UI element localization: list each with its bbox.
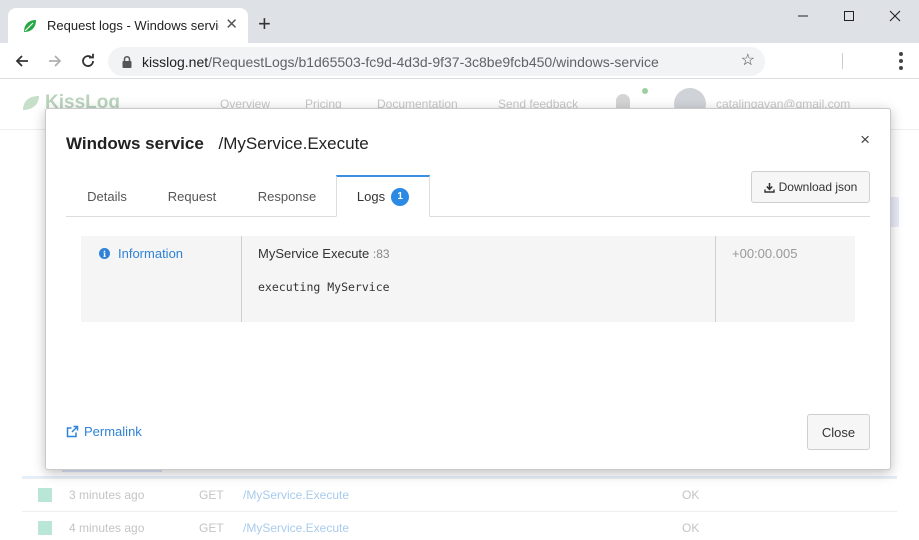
brand-leaf-icon: [23, 96, 39, 110]
log-source: MyService Execute :83: [258, 246, 390, 261]
modal-tabs: Details Request Response Logs 1: [66, 175, 870, 217]
log-entry-row: i Information MyService Execute :83 exec…: [81, 236, 855, 322]
browser-tabstrip: Request logs - Windows service | ✕ +: [0, 0, 919, 43]
minimize-icon[interactable]: [788, 6, 818, 26]
reload-icon[interactable]: [76, 49, 100, 73]
maximize-icon[interactable]: [834, 6, 864, 26]
info-icon: i: [99, 248, 110, 259]
log-level-cell: i Information: [81, 236, 242, 322]
tab-logs-label: Logs: [356, 189, 386, 204]
download-json-label: Download json: [778, 180, 858, 194]
address-url: kisslog.net/RequestLogs/b1d65503-fc9d-4d…: [142, 54, 659, 70]
request-row[interactable]: 4 minutes ago GET /MyService.Execute OK: [22, 511, 897, 540]
tab-response-label: Response: [257, 188, 317, 204]
row-status: OK: [682, 521, 700, 535]
request-log-modal: Windows service /MyService.Execute × Det…: [45, 108, 891, 470]
forward-icon[interactable]: [43, 49, 67, 73]
browser-toolbar: kisslog.net/RequestLogs/b1d65503-fc9d-4d…: [0, 43, 919, 79]
log-message-cell: MyService Execute :83 executing MyServic…: [243, 236, 716, 322]
request-row[interactable]: 3 minutes ago GET /MyService.Execute OK: [22, 478, 897, 509]
back-icon[interactable]: [10, 49, 34, 73]
status-square: [38, 488, 52, 502]
log-source-name: MyService Execute: [258, 246, 370, 261]
log-source-line: :83: [372, 247, 390, 261]
row-method: GET: [199, 521, 224, 535]
modal-app-name: Windows service: [66, 134, 204, 153]
row-time: 4 minutes ago: [69, 521, 145, 535]
row-url[interactable]: /MyService.Execute: [243, 488, 349, 502]
browser-tab-title: Request logs - Windows service |: [47, 18, 219, 33]
browser-menu-icon[interactable]: [899, 52, 903, 70]
address-bar[interactable]: kisslog.net/RequestLogs/b1d65503-fc9d-4d…: [108, 47, 765, 76]
log-message: executing MyService: [258, 280, 390, 294]
tab-close-icon[interactable]: ✕: [225, 17, 238, 33]
log-level-label: Information: [118, 246, 184, 261]
tab-details[interactable]: Details: [66, 175, 148, 217]
tab-logs[interactable]: Logs 1: [336, 175, 430, 217]
url-host: kisslog.net: [142, 53, 209, 70]
browser-tab[interactable]: Request logs - Windows service | ✕: [8, 8, 248, 43]
status-square: [38, 521, 52, 535]
row-time: 3 minutes ago: [69, 488, 145, 502]
row-url[interactable]: /MyService.Execute: [243, 521, 349, 535]
tab-details-label: Details: [87, 188, 127, 204]
download-icon: [763, 182, 775, 193]
modal-request-path: /MyService.Execute: [218, 134, 369, 153]
row-status: OK: [682, 488, 700, 502]
new-tab-icon[interactable]: +: [258, 13, 271, 35]
log-timestamp: +00:00.005: [732, 246, 798, 261]
external-link-icon: [66, 425, 79, 438]
lock-icon: [120, 55, 134, 69]
logs-count-badge: 1: [391, 187, 410, 206]
window-close-icon[interactable]: [880, 6, 910, 26]
tab-request[interactable]: Request: [154, 175, 230, 217]
tab-response[interactable]: Response: [242, 175, 332, 217]
permalink-label: Permalink: [84, 424, 142, 439]
close-button[interactable]: Close: [807, 414, 870, 450]
tab-request-label: Request: [167, 188, 217, 204]
toolbar-separator: [842, 53, 843, 69]
permalink-link[interactable]: Permalink: [66, 424, 142, 439]
kisslog-leaf-icon: [22, 18, 38, 34]
modal-close-icon[interactable]: ×: [860, 131, 870, 149]
bookmark-star-icon[interactable]: ☆: [741, 53, 755, 69]
online-dot: [642, 88, 648, 94]
row-method: GET: [199, 488, 224, 502]
url-path: /RequestLogs/b1d65503-fc9d-4d3d-9f37-3c8…: [208, 53, 659, 70]
log-level: i Information: [99, 246, 183, 261]
download-json-button[interactable]: Download json: [751, 171, 870, 203]
close-button-label: Close: [821, 424, 856, 440]
modal-title: Windows service /MyService.Execute: [66, 134, 369, 154]
